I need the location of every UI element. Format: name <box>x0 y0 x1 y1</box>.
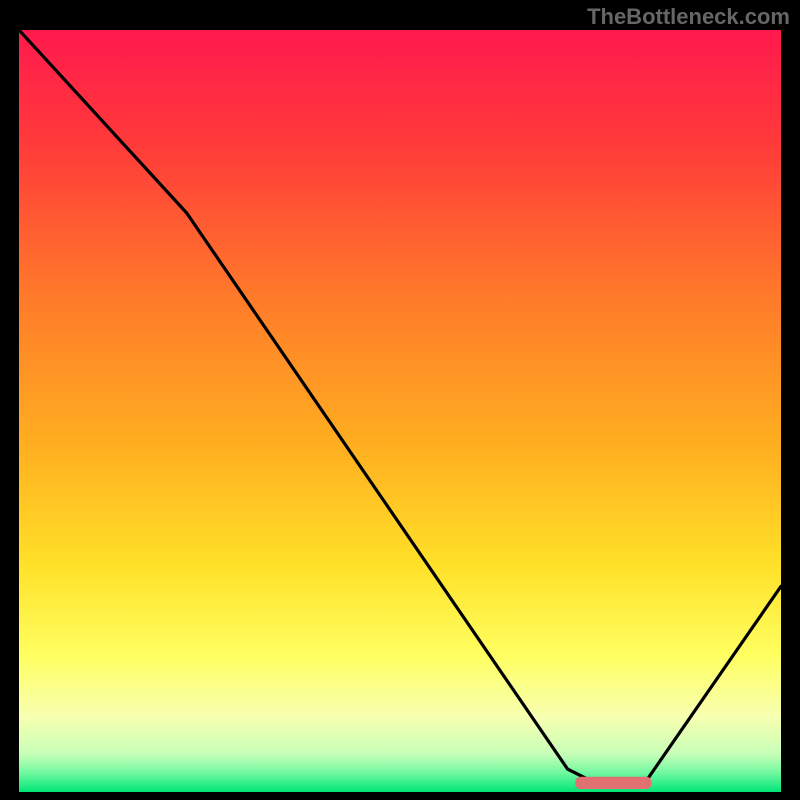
plot-svg <box>19 30 781 792</box>
gradient-background <box>19 30 781 792</box>
optimal-marker <box>575 777 651 789</box>
plot-frame <box>15 26 785 796</box>
chart-container: TheBottleneck.com <box>0 0 800 800</box>
